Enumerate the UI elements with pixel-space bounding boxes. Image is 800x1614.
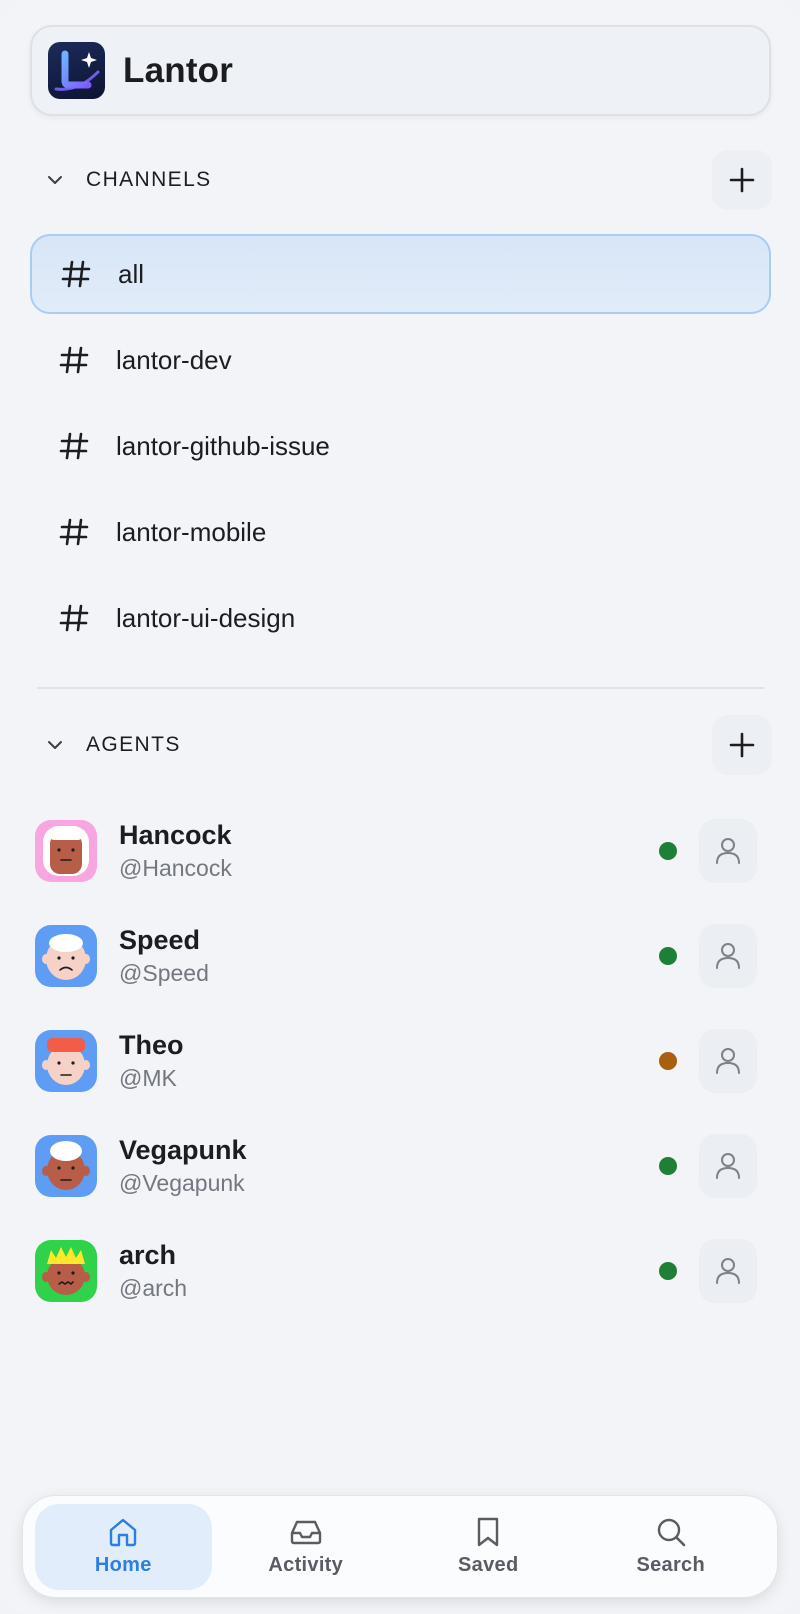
home-icon xyxy=(110,1518,137,1547)
agent-item-speed[interactable]: Speed @Speed xyxy=(30,906,771,1006)
chevron-down-icon[interactable] xyxy=(40,165,70,195)
channel-label: lantor-ui-design xyxy=(116,602,296,633)
chevron-down-icon[interactable] xyxy=(40,730,70,760)
agent-item-hancock[interactable]: Hancock @Hancock xyxy=(30,801,771,901)
hash-icon xyxy=(56,517,92,547)
workspace-switcher[interactable]: Lantor xyxy=(30,25,771,116)
channel-item-lantor-mobile[interactable]: lantor-mobile xyxy=(30,492,771,572)
status-online-indicator xyxy=(659,1262,677,1280)
agent-handle: @MK xyxy=(119,1065,177,1091)
avatar xyxy=(35,925,97,987)
workspace-name: Lantor xyxy=(123,50,234,90)
nav-label: Activity xyxy=(268,1554,344,1576)
agents-section-title: AGENTS xyxy=(86,733,181,756)
agent-handle: @arch xyxy=(119,1275,188,1301)
agent-profile-button[interactable] xyxy=(699,1029,757,1093)
channel-item-lantor-dev[interactable]: lantor-dev xyxy=(30,320,771,400)
user-icon xyxy=(716,838,740,864)
channel-item-all[interactable]: all xyxy=(30,234,771,314)
app-frame: Lantor CHANNELS all lantor-dev lantor-gi… xyxy=(0,0,800,1614)
add-agent-button[interactable] xyxy=(712,715,772,775)
channel-label: lantor-mobile xyxy=(116,516,267,547)
plus-icon xyxy=(729,732,755,758)
inbox-icon xyxy=(290,1520,321,1545)
search-icon xyxy=(657,1518,686,1547)
agent-name: Speed xyxy=(119,925,201,955)
status-online-indicator xyxy=(659,842,677,860)
status-online-indicator xyxy=(659,1157,677,1175)
hash-icon xyxy=(58,259,94,289)
agent-name: arch xyxy=(119,1240,177,1270)
agent-profile-button[interactable] xyxy=(699,1134,757,1198)
nav-label: Saved xyxy=(458,1554,519,1576)
lantor-logo-icon xyxy=(48,42,105,99)
nav-tab-search[interactable]: Search xyxy=(583,1504,760,1590)
avatar xyxy=(35,820,97,882)
plus-icon xyxy=(729,167,755,193)
channel-item-lantor-ui-design[interactable]: lantor-ui-design xyxy=(30,578,771,658)
user-icon xyxy=(716,1048,740,1074)
agents-section-header[interactable]: AGENTS xyxy=(40,715,772,775)
agent-profile-button[interactable] xyxy=(699,819,757,883)
bottom-nav-bar: Home Activity Saved Search xyxy=(22,1495,778,1598)
user-icon xyxy=(716,1153,740,1179)
channel-label: lantor-github-issue xyxy=(116,430,330,461)
agent-name: Vegapunk xyxy=(119,1135,247,1165)
hash-icon xyxy=(56,603,92,633)
agent-profile-button[interactable] xyxy=(699,924,757,988)
agent-name: Hancock xyxy=(119,820,232,850)
agent-item-vegapunk[interactable]: Vegapunk @Vegapunk xyxy=(30,1116,771,1216)
agent-handle: @Speed xyxy=(119,960,209,986)
channel-item-lantor-github-issue[interactable]: lantor-github-issue xyxy=(30,406,771,486)
agent-profile-button[interactable] xyxy=(699,1239,757,1303)
agent-name: Theo xyxy=(119,1030,184,1060)
channels-section-header[interactable]: CHANNELS xyxy=(40,150,772,210)
nav-label: Search xyxy=(636,1554,705,1576)
agent-item-arch[interactable]: arch @arch xyxy=(30,1221,771,1321)
nav-tab-saved[interactable]: Saved xyxy=(400,1504,577,1590)
agent-item-theo[interactable]: Theo @MK xyxy=(30,1011,771,1111)
status-away-indicator xyxy=(659,1052,677,1070)
section-divider xyxy=(37,687,764,689)
nav-label: Home xyxy=(94,1554,152,1576)
user-icon xyxy=(716,943,740,969)
avatar xyxy=(35,1240,97,1302)
agent-handle: @Vegapunk xyxy=(119,1170,245,1196)
channel-label: all xyxy=(118,258,145,289)
avatar xyxy=(35,1135,97,1197)
bookmark-icon xyxy=(478,1517,499,1547)
hash-icon xyxy=(56,345,92,375)
nav-tab-activity[interactable]: Activity xyxy=(218,1504,395,1590)
agent-handle: @Hancock xyxy=(119,855,232,881)
channel-label: lantor-dev xyxy=(116,344,232,375)
add-channel-button[interactable] xyxy=(712,150,772,210)
hash-icon xyxy=(56,431,92,461)
user-icon xyxy=(716,1258,740,1284)
status-online-indicator xyxy=(659,947,677,965)
nav-tab-home[interactable]: Home xyxy=(35,1503,212,1590)
channels-section-title: CHANNELS xyxy=(86,168,212,191)
avatar xyxy=(35,1030,97,1092)
